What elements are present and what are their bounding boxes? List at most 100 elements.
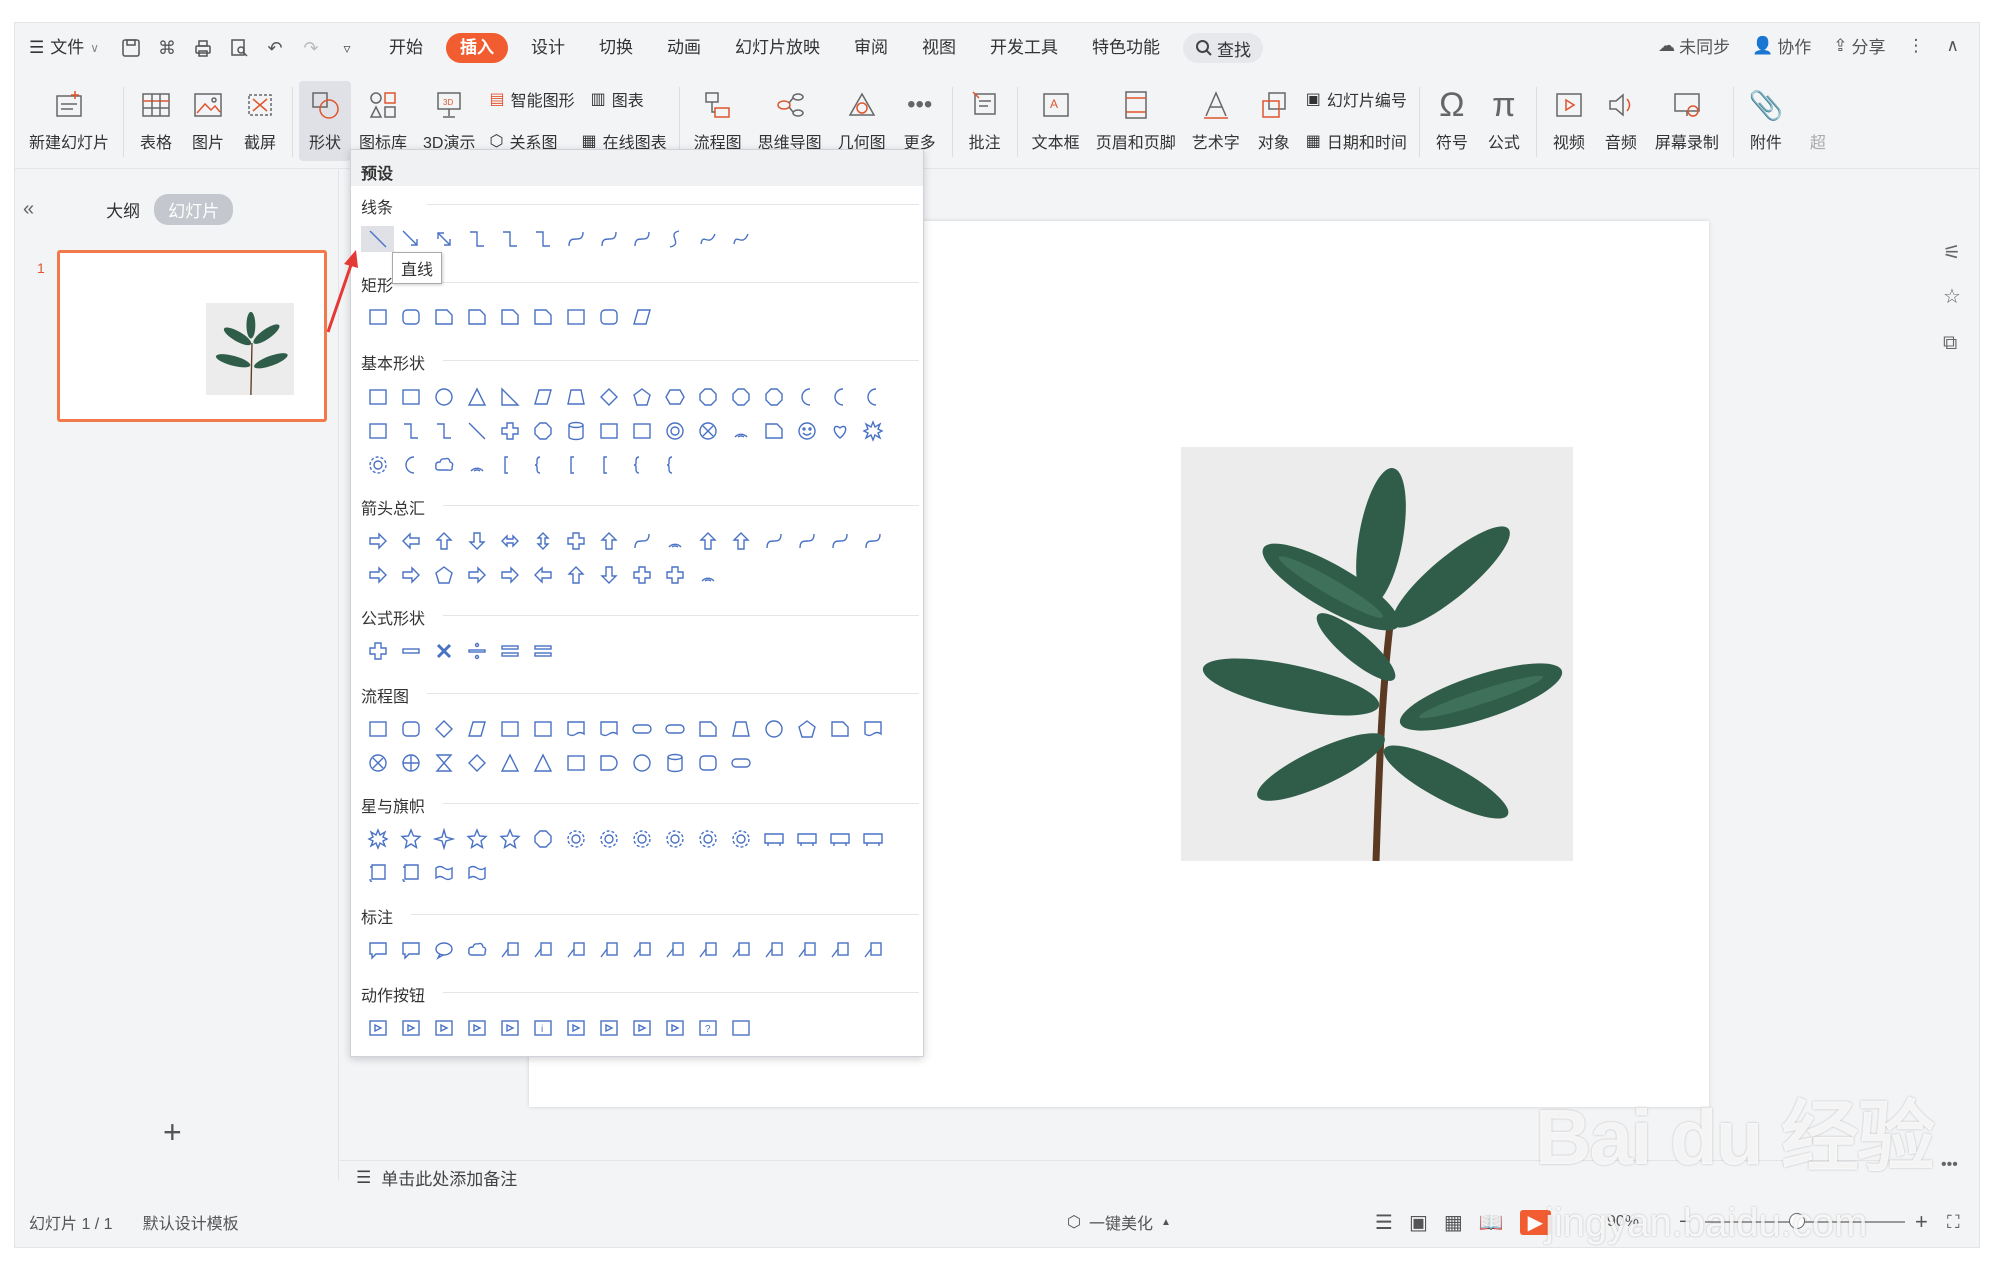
tab-review[interactable]: 审阅 <box>837 33 905 63</box>
arrow-shape-5-icon[interactable] <box>493 528 526 554</box>
star-shape-20-icon[interactable] <box>460 860 493 886</box>
flowchart-shape-11-icon[interactable] <box>691 716 724 742</box>
more-options-icon[interactable]: ⋮ <box>1908 36 1925 56</box>
action-button-shape-3-icon[interactable] <box>427 1015 460 1041</box>
basic-shape-24-icon[interactable] <box>592 418 625 444</box>
basic-shape-19-icon[interactable] <box>427 418 460 444</box>
flowchart-shape-3-icon[interactable] <box>427 716 460 742</box>
flowchart-shape-17-icon[interactable] <box>361 750 394 776</box>
header-footer-button[interactable]: 页眉和页脚 <box>1088 81 1184 161</box>
callout-shape-6-icon[interactable] <box>526 937 559 963</box>
flowchart-shape-9-icon[interactable] <box>625 716 658 742</box>
flowchart-shape-14-icon[interactable] <box>790 716 823 742</box>
callout-shape-5-icon[interactable] <box>493 937 526 963</box>
action-button-shape-12-icon[interactable] <box>724 1015 757 1041</box>
callout-shape-11-icon[interactable] <box>691 937 724 963</box>
line-shape-2-icon[interactable] <box>394 226 427 252</box>
video-button[interactable]: 视频 <box>1543 81 1595 161</box>
datetime-button[interactable]: ▦ 日期和时间 <box>1306 129 1407 153</box>
fit-window-icon[interactable]: ⛶ <box>1947 1212 1960 1233</box>
callout-shape-1-icon[interactable] <box>361 937 394 963</box>
arrow-shape-27-icon[interactable] <box>691 562 724 588</box>
basic-shape-13-icon[interactable] <box>757 384 790 410</box>
flowchart-shape-28-icon[interactable] <box>724 750 757 776</box>
basic-shape-28-icon[interactable] <box>724 418 757 444</box>
flowchart-shape-7-icon[interactable] <box>559 716 592 742</box>
basic-shape-21-icon[interactable] <box>493 418 526 444</box>
arrow-shape-15-icon[interactable] <box>823 528 856 554</box>
star-shape-17-icon[interactable] <box>361 860 394 886</box>
tab-transition[interactable]: 切换 <box>582 33 650 63</box>
basic-shape-4-icon[interactable] <box>460 384 493 410</box>
star-shape-11-icon[interactable] <box>691 826 724 852</box>
line-shape-12-icon[interactable] <box>724 226 757 252</box>
tab-insert[interactable]: 插入 <box>446 33 509 63</box>
basic-shape-32-icon[interactable] <box>856 418 889 444</box>
flowchart-shape-26-icon[interactable] <box>658 750 691 776</box>
star-shape-1-icon[interactable] <box>361 826 394 852</box>
basic-shape-40-icon[interactable] <box>592 452 625 478</box>
basic-shape-17-icon[interactable] <box>361 418 394 444</box>
line-shape-1-icon[interactable] <box>361 226 394 252</box>
arrow-shape-12-icon[interactable] <box>724 528 757 554</box>
line-shape-6-icon[interactable] <box>526 226 559 252</box>
flowchart-shape-16-icon[interactable] <box>856 716 889 742</box>
line-shape-3-icon[interactable] <box>427 226 460 252</box>
action-button-shape-11-icon[interactable]: ? <box>691 1015 724 1041</box>
flowchart-shape-22-icon[interactable] <box>526 750 559 776</box>
shape-button[interactable]: 形状 <box>299 81 352 161</box>
basic-shape-5-icon[interactable] <box>493 384 526 410</box>
redo-icon[interactable]: ↷ <box>300 37 322 59</box>
collaborate-button[interactable]: 👤 协作 <box>1752 33 1811 58</box>
screen-record-button[interactable]: 屏幕录制 <box>1647 81 1727 161</box>
undo-icon[interactable]: ↶ <box>264 37 286 59</box>
symbol-button[interactable]: Ω 符号 <box>1426 81 1478 161</box>
basic-shape-3-icon[interactable] <box>427 384 460 410</box>
basic-shape-11-icon[interactable] <box>691 384 724 410</box>
basic-shape-31-icon[interactable] <box>823 418 856 444</box>
callout-shape-15-icon[interactable] <box>823 937 856 963</box>
basic-shape-39-icon[interactable] <box>559 452 592 478</box>
rect-shape-8-icon[interactable] <box>592 304 625 330</box>
basic-shape-36-icon[interactable] <box>460 452 493 478</box>
flowchart-shape-1-icon[interactable] <box>361 716 394 742</box>
new-slide-button[interactable]: 新建幻灯片 <box>21 81 117 161</box>
flowchart-shape-12-icon[interactable] <box>724 716 757 742</box>
basic-shape-9-icon[interactable] <box>625 384 658 410</box>
callout-shape-7-icon[interactable] <box>559 937 592 963</box>
callout-shape-10-icon[interactable] <box>658 937 691 963</box>
tab-slideshow[interactable]: 幻灯片放映 <box>718 33 837 63</box>
arrow-shape-9-icon[interactable] <box>625 528 658 554</box>
arrow-shape-24-icon[interactable] <box>592 562 625 588</box>
star-shape-8-icon[interactable] <box>592 826 625 852</box>
sync-button[interactable]: ☁ 未同步 <box>1658 33 1730 58</box>
equation-shape-2-icon[interactable] <box>394 638 427 664</box>
smartart-button[interactable]: ▤ 智能图形 ▥ 图表 <box>490 87 667 111</box>
star-shape-6-icon[interactable] <box>526 826 559 852</box>
arrow-shape-10-icon[interactable] <box>658 528 691 554</box>
grid-view-icon[interactable]: ▦ <box>1444 1210 1463 1235</box>
callout-shape-3-icon[interactable] <box>427 937 460 963</box>
basic-shape-33-icon[interactable] <box>361 452 394 478</box>
star-icon[interactable]: ☆ <box>1943 284 1961 309</box>
arrow-shape-16-icon[interactable] <box>856 528 889 554</box>
arrow-shape-2-icon[interactable] <box>394 528 427 554</box>
star-shape-14-icon[interactable] <box>790 826 823 852</box>
arrow-shape-19-icon[interactable] <box>427 562 460 588</box>
basic-shape-23-icon[interactable] <box>559 418 592 444</box>
align-icon[interactable]: ☰ <box>1375 1210 1393 1235</box>
line-shape-11-icon[interactable] <box>691 226 724 252</box>
flowchart-shape-25-icon[interactable] <box>625 750 658 776</box>
basic-shape-15-icon[interactable] <box>823 384 856 410</box>
arrow-shape-18-icon[interactable] <box>394 562 427 588</box>
customize-icon[interactable]: ▿ <box>336 37 358 59</box>
star-shape-7-icon[interactable] <box>559 826 592 852</box>
arrow-shape-8-icon[interactable] <box>592 528 625 554</box>
screenshot-button[interactable]: 截屏 <box>234 81 286 161</box>
rect-shape-3-icon[interactable] <box>427 304 460 330</box>
arrow-shape-1-icon[interactable] <box>361 528 394 554</box>
arrow-shape-26-icon[interactable] <box>658 562 691 588</box>
arrow-shape-3-icon[interactable] <box>427 528 460 554</box>
search-box[interactable]: 查找 <box>1183 33 1264 63</box>
share-button[interactable]: ⇪ 分享 <box>1833 33 1885 58</box>
